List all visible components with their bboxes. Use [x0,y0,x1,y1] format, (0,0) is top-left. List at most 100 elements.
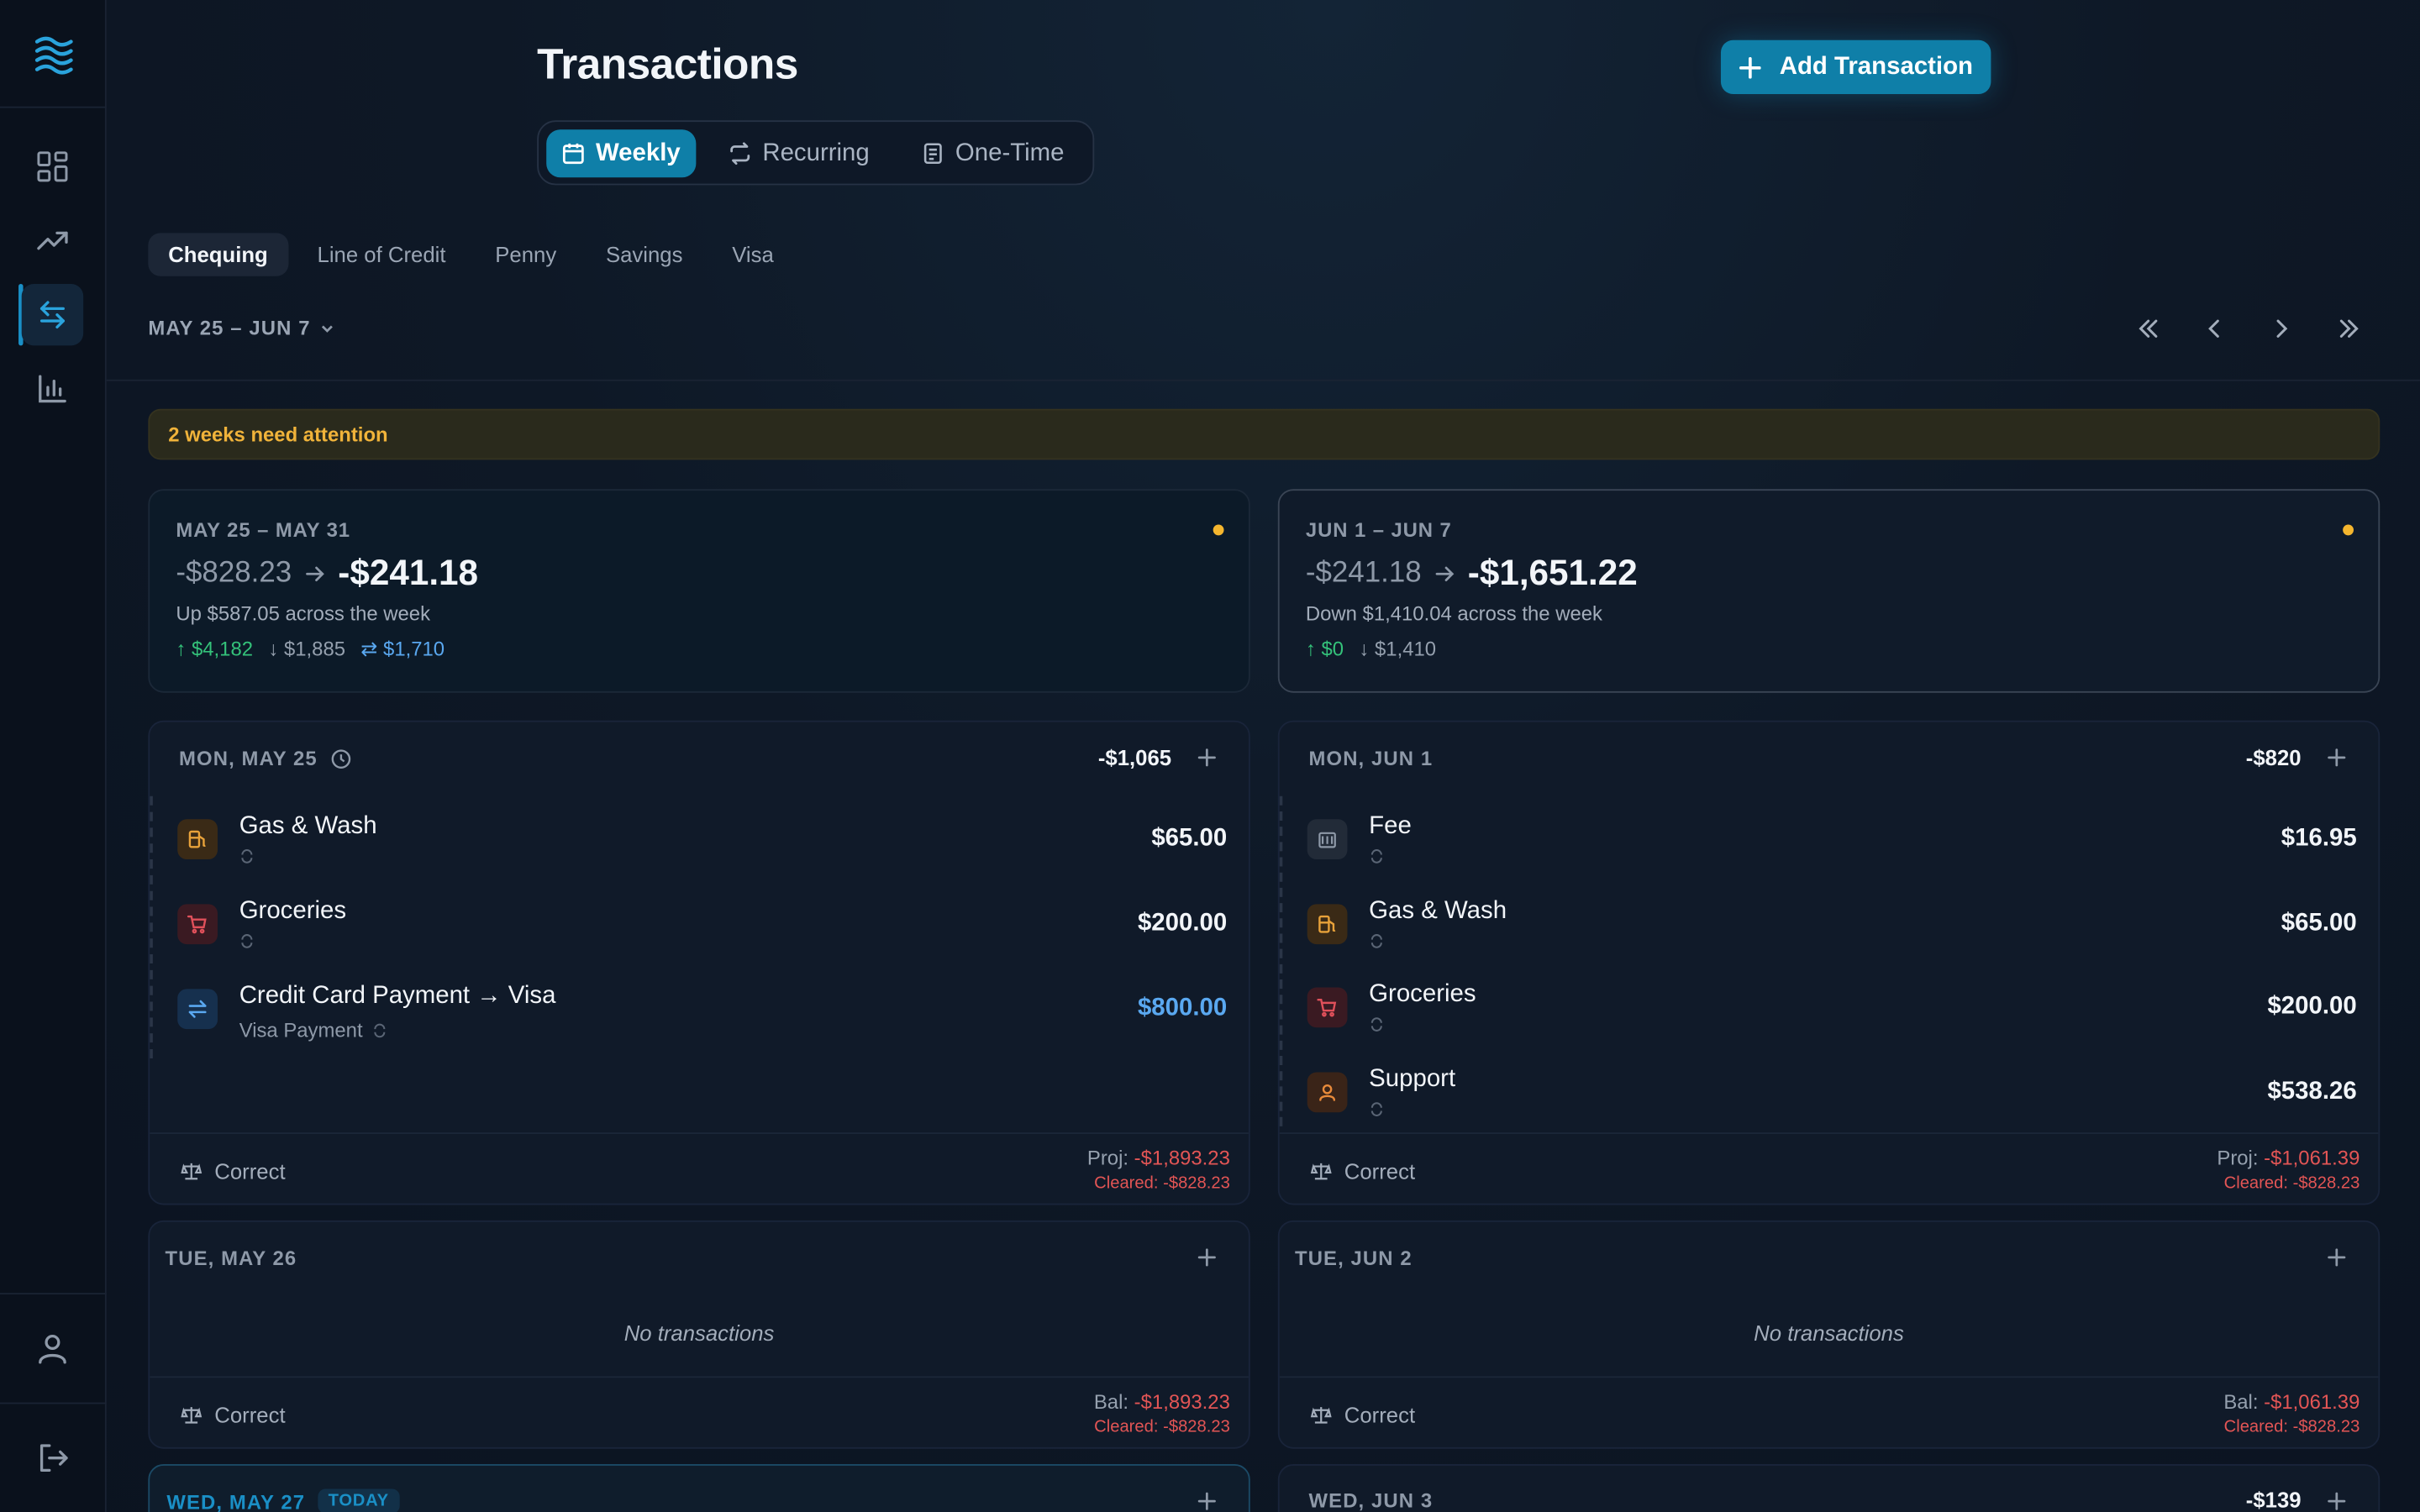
sidebar [0,0,107,1512]
nav-dashboard[interactable] [22,136,83,197]
transaction-row[interactable]: Gas & Wash $65.00 [1307,897,2357,963]
cleared-balance: Cleared: -$828.23 [2223,1417,2360,1436]
last-page-button[interactable] [2333,313,2365,344]
week-balance: -$828.23 -$241.18 [176,553,478,595]
transaction-name: Gas & Wash [1369,897,1507,925]
date-range-selector[interactable]: MAY 25 – JUN 7 [148,316,335,340]
transaction-row[interactable]: Gas & Wash $65.00 [177,812,1227,878]
account-tab-penny[interactable]: Penny [475,233,576,276]
correct-balance-button[interactable]: Correct [181,1403,286,1427]
add-day-transaction-button[interactable] [1193,743,1221,771]
transfer-stat: ⇄ $1,710 [360,637,445,661]
transaction-meta [1369,933,1384,948]
day-date: WED, MAY 27 [166,1489,306,1512]
account-tab-chequing[interactable]: Chequing [148,233,288,276]
day-header: WED, JUN 3 -$139 [1280,1466,2379,1512]
week-range: MAY 25 – MAY 31 [176,518,350,542]
day-header: WED, MAY 27 TODAY [150,1466,1249,1512]
chevron-right-icon [2276,319,2288,338]
day-card: MON, MAY 25 -$1,065 Gas & Wash $65.00 Gr… [148,720,1250,1205]
user-icon [39,1334,66,1364]
arrow-right-icon [1435,565,1455,581]
date-range-text: MAY 25 – JUN 7 [148,316,311,340]
correct-balance-button[interactable]: Correct [1310,1158,1415,1184]
scale-icon [181,1407,203,1424]
day-header: TUE, MAY 26 [150,1222,1249,1293]
add-day-transaction-button[interactable] [1193,1488,1221,1512]
add-day-transaction-button[interactable] [2323,1488,2350,1512]
transaction-amount: $65.00 [2281,910,2357,937]
week-start-balance: -$828.23 [176,556,292,589]
scale-icon [181,1163,203,1180]
correct-balance-button[interactable]: Correct [1310,1403,1415,1427]
first-page-button[interactable] [2133,313,2164,344]
nav-reports[interactable] [22,358,83,419]
transaction-meta [1369,1101,1384,1116]
day-card: MON, JUN 1 -$820 Fee $16.95 Gas & Wash $… [1277,720,2381,1205]
add-transaction-label: Add Transaction [1779,53,1974,80]
nav-trends[interactable] [22,210,83,271]
transaction-name: Fee [1369,812,1412,840]
outflow-stat: ↓ $1,885 [268,637,346,661]
add-day-transaction-button[interactable] [1193,1243,1221,1271]
account-tab-savings[interactable]: Savings [586,233,702,276]
next-page-button[interactable] [2265,313,2296,344]
app-logo[interactable] [0,0,107,108]
attention-banner[interactable]: 2 weeks need attention [148,408,2381,460]
recurring-icon [1370,1017,1382,1032]
plus-icon [2328,748,2346,767]
nav-logout[interactable] [22,1427,83,1488]
nav-profile[interactable] [22,1318,83,1379]
logout-icon [39,1444,68,1473]
plus-icon [1197,1492,1216,1510]
arrow-right-icon [306,565,324,581]
account-tab-line-of-credit[interactable]: Line of Credit [297,233,466,276]
balance-label: Bal: [2223,1389,2259,1414]
scale-icon [1310,1407,1332,1424]
nav-transactions[interactable] [21,283,84,346]
prev-page-button[interactable] [2199,313,2230,344]
tab-one-time-label: One-Time [955,139,1065,166]
inflow-value: $4,182 [191,637,254,661]
calendar-icon [562,143,584,165]
add-transaction-button[interactable]: Add Transaction [1720,39,1991,95]
tab-weekly[interactable]: Weekly [546,129,697,178]
projected-value: -$1,893.23 [1134,1146,1230,1170]
transaction-meta: Visa Payment [239,1018,387,1042]
outflow-value: $1,885 [283,637,346,661]
outflow-stat: ↓ $1,410 [1359,637,1437,661]
tab-recurring[interactable]: Recurring [713,129,886,177]
trend-up-icon [37,231,68,250]
balance-value: -$1,893.23 [1134,1389,1230,1414]
day-label: MON, MAY 25 [179,747,351,770]
week-summary-card[interactable]: MAY 25 – MAY 31 -$828.23 -$241.18 Up $58… [148,489,1250,693]
week-summary-card[interactable]: JUN 1 – JUN 7 -$241.18 -$1,651.22 Down $… [1277,489,2381,693]
day-label: MON, JUN 1 [1309,747,1434,770]
today-badge: TODAY [317,1488,400,1512]
account-tab-visa[interactable]: Visa [712,233,793,276]
week-range: JUN 1 – JUN 7 [1305,518,1452,542]
fuel-icon [1307,904,1348,945]
day-footer: Correct Proj: -$1,061.39 Cleared: -$828.… [1279,1132,2379,1203]
week-change-summary: Down $1,410.04 across the week [1305,601,1602,625]
transaction-row[interactable]: Support $538.26 [1307,1066,2357,1131]
account-tabs: Chequing Line of Credit Penny Savings Vi… [148,233,802,276]
add-day-transaction-button[interactable] [2323,743,2350,771]
empty-state: No transactions [623,1320,775,1346]
add-day-transaction-button[interactable] [2323,1243,2350,1271]
cleared-balance: Cleared: -$828.23 [1094,1173,1230,1193]
correct-balance-button[interactable]: Correct [181,1158,286,1184]
attention-dot [1213,524,1224,536]
transaction-row[interactable]: Groceries $200.00 [177,898,1227,963]
bank-icon [1307,819,1348,860]
transaction-row[interactable]: Groceries $200.00 [1307,981,2357,1046]
transaction-name: Gas & Wash [239,812,377,840]
week-start-balance: -$241.18 [1305,556,1422,589]
empty-state: No transactions [1754,1320,1904,1346]
recurring-icon [1370,849,1382,864]
tab-one-time[interactable]: One-Time [906,129,1080,177]
fuel-icon [177,819,218,860]
transaction-row[interactable]: Credit Card Payment → Visa Visa Payment … [177,983,1227,1047]
balance-value: -$1,061.39 [2264,1389,2360,1414]
transaction-row[interactable]: Fee $16.95 [1307,812,2357,878]
